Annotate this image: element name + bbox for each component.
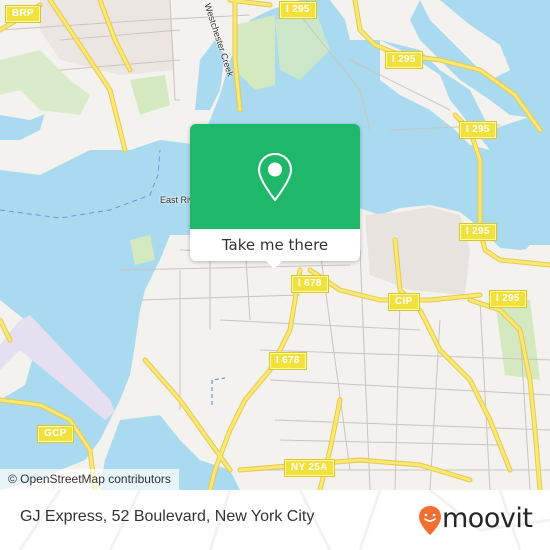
shield-ny25a: NY 25A — [284, 459, 335, 477]
osm-attribution[interactable]: © OpenStreetMap contributors — [0, 469, 179, 490]
shield-cip: CIP — [388, 293, 420, 311]
place-title: GJ Express, 52 Boulevard, New York City — [20, 508, 315, 525]
shield-i295-a: I 295 — [279, 1, 317, 19]
footer-bar: GJ Express, 52 Boulevard, New York City … — [0, 490, 550, 550]
shield-i678-b: I 678 — [269, 352, 307, 370]
location-pin-icon — [257, 152, 293, 202]
popup-header — [190, 124, 360, 229]
map-view[interactable]: BRP I 295 I 295 I 295 I 295 I 295 I 678 … — [0, 0, 550, 490]
shield-i295-b: I 295 — [385, 51, 423, 69]
moovit-smiley-pin-icon — [419, 506, 441, 535]
shield-i295-c: I 295 — [459, 121, 497, 139]
popup-tail — [265, 260, 283, 269]
shield-brp: BRP — [4, 5, 42, 23]
shield-i678-a: I 678 — [291, 275, 329, 293]
moovit-wordmark: moovit — [442, 503, 533, 534]
shield-gcp: GCP — [37, 425, 74, 443]
shield-i295-e: I 295 — [489, 290, 527, 308]
location-popup[interactable]: Take me there — [190, 124, 360, 269]
park-area-6 — [130, 75, 170, 115]
take-me-there-button[interactable]: Take me there — [190, 229, 360, 261]
shield-i295-d: I 295 — [459, 223, 497, 241]
